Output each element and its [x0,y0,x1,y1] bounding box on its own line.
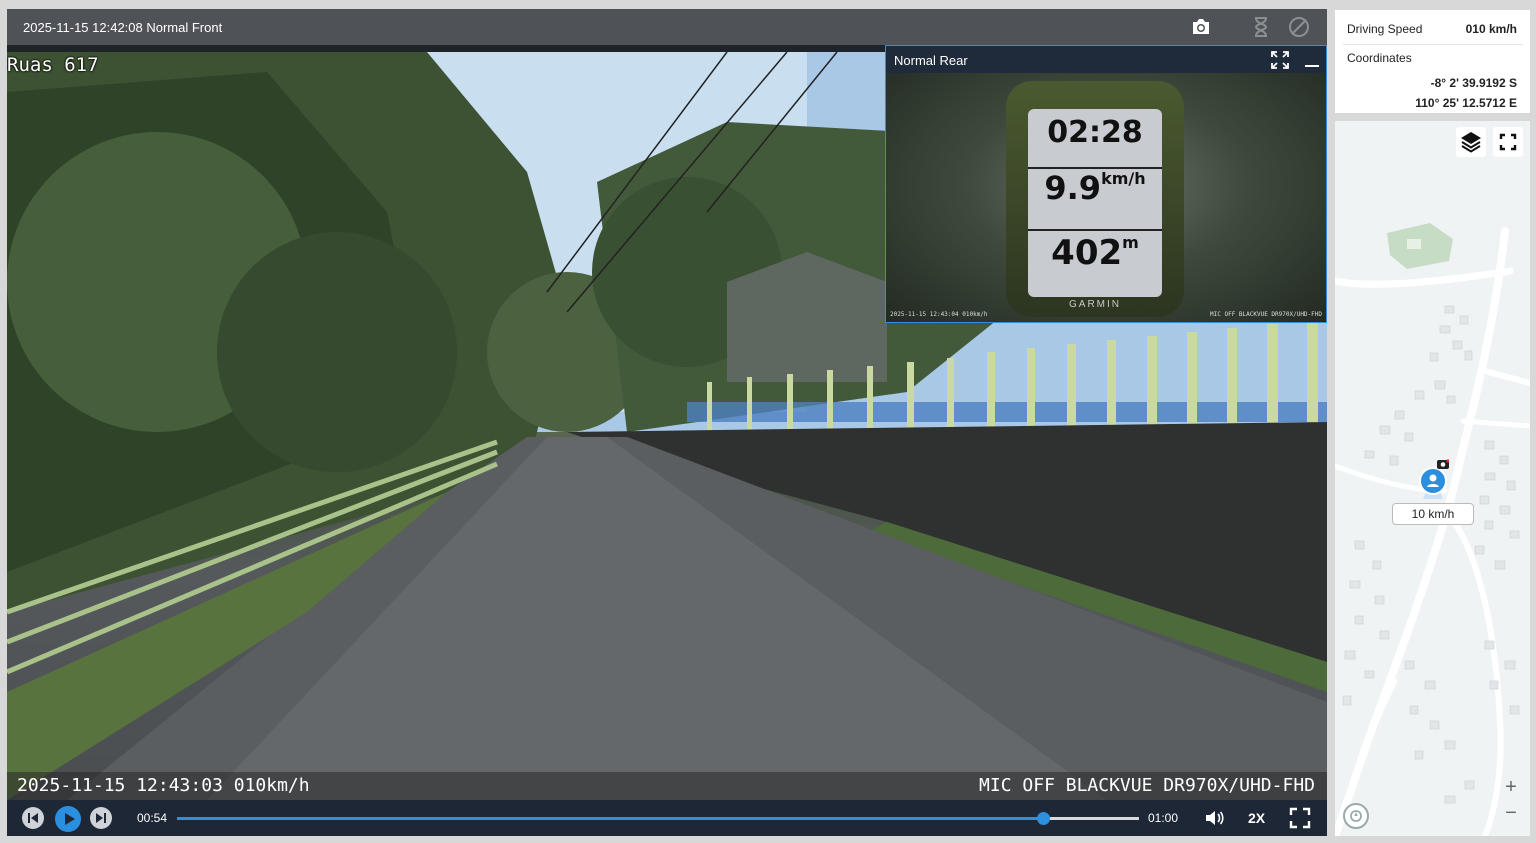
map-panel[interactable]: 10 km/h + − [1335,121,1530,836]
rear-overlay: 2025-11-15 12:43:04 010km/h MIC OFF BLAC… [890,311,1322,318]
garmin-speed-unit: km/h [1101,169,1146,188]
garmin-screen: 02:28 9.9km/h 402m [1028,109,1162,297]
front-overlay-bar: 2025-11-15 12:43:03 010km/h MIC OFF BLAC… [7,772,1327,800]
driving-info-panel: Driving Speed 010 km/h Coordinates -8° 2… [1335,10,1530,113]
garmin-brand: GARMIN [1069,299,1121,310]
total-time: 01:00 [1148,811,1179,825]
camera-icon[interactable] [1189,15,1213,39]
layers-icon[interactable] [1456,127,1486,157]
video-player: 2025-11-15 12:42:08 Normal Front Ruas 61… [7,9,1327,836]
map-fullscreen-icon[interactable] [1493,127,1523,157]
coordinates-label: Coordinates [1347,51,1412,65]
playback-speed-button[interactable]: 2X [1248,810,1265,826]
progress-fill [177,817,1043,820]
rear-video: 02:28 9.9km/h 402m GARMIN 2025-11-15 12:… [886,73,1326,322]
vehicle-marker-icon[interactable] [1417,459,1449,499]
garmin-time: 02:28 [1028,115,1162,169]
rear-header: Normal Rear [886,46,1326,73]
garmin-distance: 402m [1028,233,1162,293]
front-device-overlay: MIC OFF BLACKVUE DR970X/UHD-FHD [979,775,1315,796]
next-icon[interactable] [89,806,113,830]
driving-speed-label: Driving Speed [1347,22,1423,36]
fullscreen-icon[interactable] [1289,807,1311,829]
expand-icon[interactable] [1270,50,1290,70]
zoom-out-button[interactable]: − [1501,803,1521,823]
zoom-in-button[interactable]: + [1501,777,1521,797]
rear-timestamp-overlay: 2025-11-15 12:43:04 010km/h [890,311,988,318]
garmin-speed: 9.9km/h [1028,169,1162,231]
privacy-icon[interactable] [1287,15,1311,39]
compass-icon[interactable] [1343,803,1369,829]
play-icon[interactable] [54,805,82,833]
garmin-speed-value: 9.9 [1044,169,1102,207]
hourglass-icon[interactable] [1249,15,1273,39]
latitude-value: -8° 2' 39.9192 S [1430,76,1517,90]
current-time: 00:54 [137,811,168,825]
volume-icon[interactable] [1203,807,1225,829]
player-header: 2025-11-15 12:42:08 Normal Front [7,9,1327,45]
map-speed-tag: 10 km/h [1392,503,1474,525]
minimize-icon[interactable] [1302,50,1322,70]
rear-video-pip[interactable]: Normal Rear 02:28 9.9km/h 402m GARMIN 20… [885,45,1327,323]
playback-controls: 00:54 01:00 2X [7,800,1327,836]
info-divider [1343,44,1523,45]
garmin-distance-unit: m [1122,233,1139,252]
rear-title: Normal Rear [894,53,968,68]
longitude-value: 110° 25' 12.5712 E [1415,96,1517,110]
garmin-device: 02:28 9.9km/h 402m GARMIN [1006,81,1184,317]
driving-speed-value: 010 km/h [1465,22,1517,36]
prev-icon[interactable] [21,806,45,830]
road-label: Ruas 617 [7,54,99,76]
progress-handle[interactable] [1036,812,1050,825]
video-title: 2025-11-15 12:42:08 Normal Front [23,20,223,35]
front-timestamp-overlay: 2025-11-15 12:43:03 010km/h [17,775,310,796]
rear-device-overlay: MIC OFF BLACKVUE DR970X/UHD-FHD [1210,311,1322,318]
progress-bar[interactable] [177,812,1139,825]
garmin-distance-value: 402 [1051,233,1123,273]
